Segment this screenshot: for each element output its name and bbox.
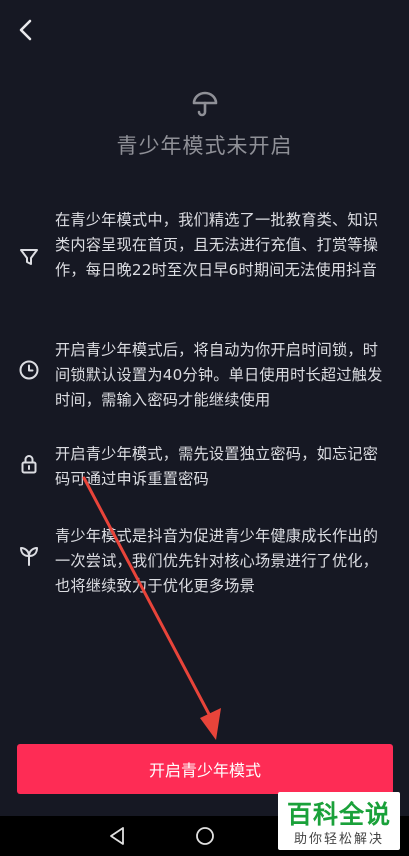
sprout-icon: [20, 547, 38, 566]
filter-icon: [20, 249, 38, 265]
back-button[interactable]: [10, 12, 42, 48]
feature-text: 开启青少年模式，需先设置独立密码，如忘记密码可通过申诉重置密码: [55, 445, 379, 488]
watermark-logo: 百科全说 助你轻松解决: [278, 792, 400, 850]
teen-mode-screen: 青少年模式未开启 在青少年模式中，我们精选了一批教育类、知识类内容呈现在首页，且…: [0, 0, 409, 856]
nav-home-icon[interactable]: [193, 824, 217, 848]
enable-teen-mode-button[interactable]: 开启青少年模式: [17, 744, 393, 794]
annotation-arrow: [82, 476, 221, 740]
arrow-head: [200, 708, 221, 740]
clock-icon: [19, 360, 39, 380]
lock-icon: [21, 455, 37, 474]
watermark-title: 百科全说: [286, 800, 391, 829]
chevron-left-icon: [19, 19, 32, 41]
watermark-subtitle: 助你轻松解决: [293, 832, 384, 847]
feature-text: 在青少年模式中，我们精选了一批教育类、知识类内容呈现在首页，且无法进行充值、打赏…: [55, 211, 379, 279]
page-title: 青少年模式未开启: [116, 134, 293, 158]
feature-text: 青少年模式是抖音为促进青少年健康成长作出的一次尝试，我们优先针对核心场景进行了优…: [55, 527, 379, 595]
umbrella-icon: [192, 91, 218, 117]
nav-back-icon[interactable]: [106, 824, 130, 848]
feature-text: 开启青少年模式后，将自动为你开启时间锁，时间锁默认设置为40分钟。单日使用时长超…: [55, 341, 383, 409]
